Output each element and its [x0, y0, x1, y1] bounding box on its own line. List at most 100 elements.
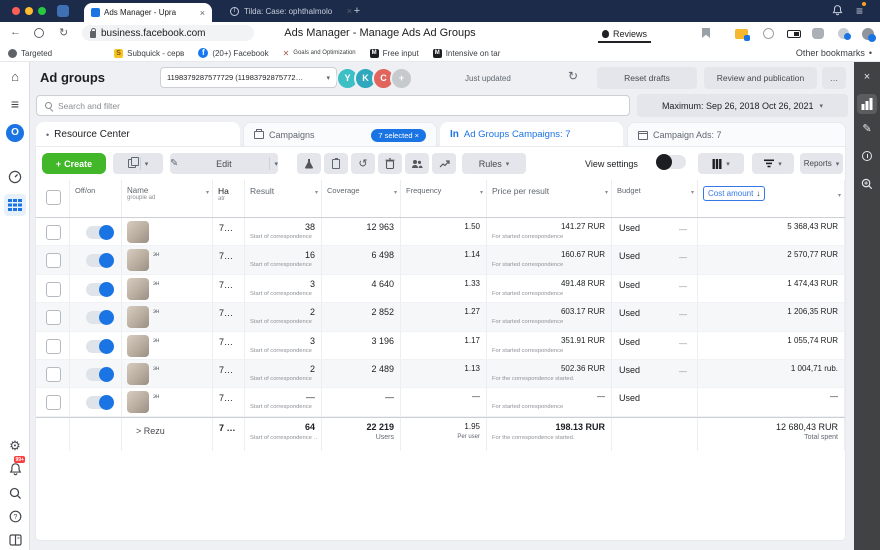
row-name-cell[interactable]: эн [122, 303, 213, 330]
row-checkbox[interactable] [46, 339, 61, 354]
row-name-cell[interactable]: эн [122, 332, 213, 359]
reset-drafts-button[interactable]: Reset drafts [597, 67, 697, 89]
url-field[interactable]: business.facebook.com [82, 25, 254, 41]
extension-icon-battery[interactable] [787, 30, 801, 38]
mac-close-button[interactable] [12, 7, 20, 15]
columns-button[interactable]: ▾ [698, 153, 744, 174]
bookmark-item[interactable]: SSubquick - серв [114, 49, 184, 58]
select-all-checkbox[interactable] [46, 190, 61, 205]
date-range-selector[interactable]: Maximum: Sep 26, 2018 Oct 26, 2021 ▾ [637, 94, 848, 117]
breakdown-button[interactable]: ▾ [752, 153, 794, 174]
new-tab-button[interactable]: + [350, 4, 364, 18]
row-name-cell[interactable]: эн [122, 275, 213, 302]
bookmark-item[interactable]: ✕Goals and Optimization [283, 49, 356, 58]
row-checkbox[interactable] [46, 367, 61, 382]
column-cost-amount[interactable]: Cost amount ↓ ▾ [698, 180, 845, 217]
history-clock-icon[interactable] [854, 148, 880, 166]
performance-chart-icon[interactable] [857, 94, 877, 114]
row-name-cell[interactable]: эн [122, 388, 213, 415]
row-checkbox[interactable] [46, 395, 61, 410]
column-result[interactable]: Result▾ [245, 180, 322, 217]
column-frequency[interactable]: Frequency▾ [401, 180, 487, 217]
forward-icon[interactable] [34, 28, 44, 38]
home-icon[interactable]: ⌂ [0, 69, 30, 84]
close-panel-icon[interactable]: × [854, 71, 880, 83]
column-ha[interactable]: Ha atr [213, 180, 245, 217]
collaborator-avatar[interactable]: + [390, 67, 413, 90]
notifications-bell-icon[interactable]: 99+ [0, 460, 30, 478]
account-selector[interactable]: 1198379287577729 (11983792875772… ▾ [160, 67, 337, 88]
bookmark-item[interactable]: MFree input [370, 49, 419, 58]
ads-manager-gauge-icon[interactable] [0, 168, 30, 186]
review-publication-button[interactable]: Review and publication [704, 67, 817, 89]
column-price-per-result[interactable]: Price per result▾ [487, 180, 612, 217]
ad-groups-tab[interactable]: In Ad Groups Campaigns: 7 [440, 122, 623, 147]
menu-burger-icon[interactable]: ≡ [0, 96, 30, 112]
row-name-cell[interactable]: эн [122, 360, 213, 387]
resource-center-tab[interactable]: • Resource Center [36, 122, 240, 147]
row-checkbox[interactable] [46, 225, 61, 240]
row-checkbox[interactable] [46, 282, 61, 297]
settings-gear-icon[interactable]: ⚙ [0, 438, 30, 454]
ad-group-toggle[interactable] [86, 226, 113, 239]
column-off-on[interactable]: Off/on [70, 180, 122, 217]
bookmark-reviews[interactable]: Reviews [598, 26, 651, 43]
selected-column-box[interactable]: Cost amount ↓ [703, 186, 765, 201]
create-button[interactable]: + Create [42, 153, 106, 174]
ad-group-toggle[interactable] [86, 283, 113, 296]
duplicate-button[interactable]: ▾ [113, 153, 163, 174]
profile-avatar-icon[interactable] [862, 28, 874, 40]
ad-group-toggle[interactable] [86, 396, 113, 409]
more-options-button[interactable]: … [822, 67, 846, 89]
ad-group-toggle[interactable] [86, 311, 113, 324]
bookmark-flag-icon[interactable] [702, 28, 710, 38]
reports-button[interactable]: Reports ▾ [800, 153, 843, 174]
view-settings-toggle[interactable] [656, 155, 686, 169]
search-icon[interactable] [0, 485, 30, 503]
back-icon[interactable]: ← [10, 26, 21, 38]
ab-test-button[interactable] [297, 153, 321, 174]
audience-button[interactable] [405, 153, 429, 174]
reload-icon[interactable]: ↻ [59, 26, 68, 39]
rules-button[interactable]: Rules ▾ [462, 153, 526, 174]
edit-button[interactable]: ✎ Edit ▾ [170, 153, 278, 174]
column-name[interactable]: Name groupie ad ▾ [122, 180, 213, 217]
mac-zoom-button[interactable] [38, 7, 46, 15]
browser-tab-active[interactable]: Ads Manager - Upra × [84, 3, 212, 22]
other-bookmarks[interactable]: Other bookmarks• [796, 48, 872, 58]
browser-tab-background[interactable]: T Tilda: Case: ophthalmolo × [224, 0, 358, 22]
search-filter-input[interactable]: Search and filter [36, 95, 630, 116]
zoom-search-icon[interactable] [854, 175, 880, 193]
delete-button[interactable] [378, 153, 402, 174]
bookmark-item[interactable]: f(20+) Facebook [198, 48, 268, 58]
campaigns-grid-icon[interactable] [4, 194, 26, 216]
row-name-cell[interactable]: эн [122, 246, 213, 273]
edit-pencil-icon[interactable]: ✎ [854, 122, 880, 135]
browser-menu-icon[interactable]: ≡ [856, 4, 863, 18]
bookmark-item[interactable]: Targeted [8, 49, 52, 58]
ads-tab[interactable]: Campaign Ads: 7 [627, 122, 846, 147]
extension-icon-folder[interactable] [735, 29, 748, 39]
chevron-down-icon[interactable]: ▾ [145, 160, 149, 168]
extension-icon-mask[interactable] [763, 28, 774, 39]
business-avatar[interactable]: O [6, 124, 24, 142]
row-checkbox[interactable] [46, 310, 61, 325]
bookmark-item[interactable]: MIntensive on tar [433, 49, 501, 58]
guide-book-icon[interactable] [0, 531, 30, 549]
ad-group-toggle[interactable] [86, 368, 113, 381]
mac-minimize-button[interactable] [25, 7, 33, 15]
selected-count-badge[interactable]: 7 selected × [371, 129, 426, 142]
column-coverage[interactable]: Coverage▾ [322, 180, 401, 217]
close-tab-icon[interactable]: × [200, 8, 205, 18]
column-budget[interactable]: Budget▾ [612, 180, 698, 217]
help-icon[interactable]: ? [0, 508, 30, 526]
trends-button[interactable] [432, 153, 456, 174]
extension-icon-check[interactable] [838, 28, 849, 39]
extension-icon-hand[interactable] [812, 28, 824, 39]
clipboard-button[interactable] [324, 153, 348, 174]
row-name-cell[interactable] [122, 218, 213, 245]
ad-group-toggle[interactable] [86, 254, 113, 267]
notifications-bell-icon[interactable] [832, 4, 843, 16]
refresh-icon[interactable]: ↻ [568, 69, 578, 83]
campaigns-tab[interactable]: Campaigns 7 selected × [243, 122, 437, 147]
